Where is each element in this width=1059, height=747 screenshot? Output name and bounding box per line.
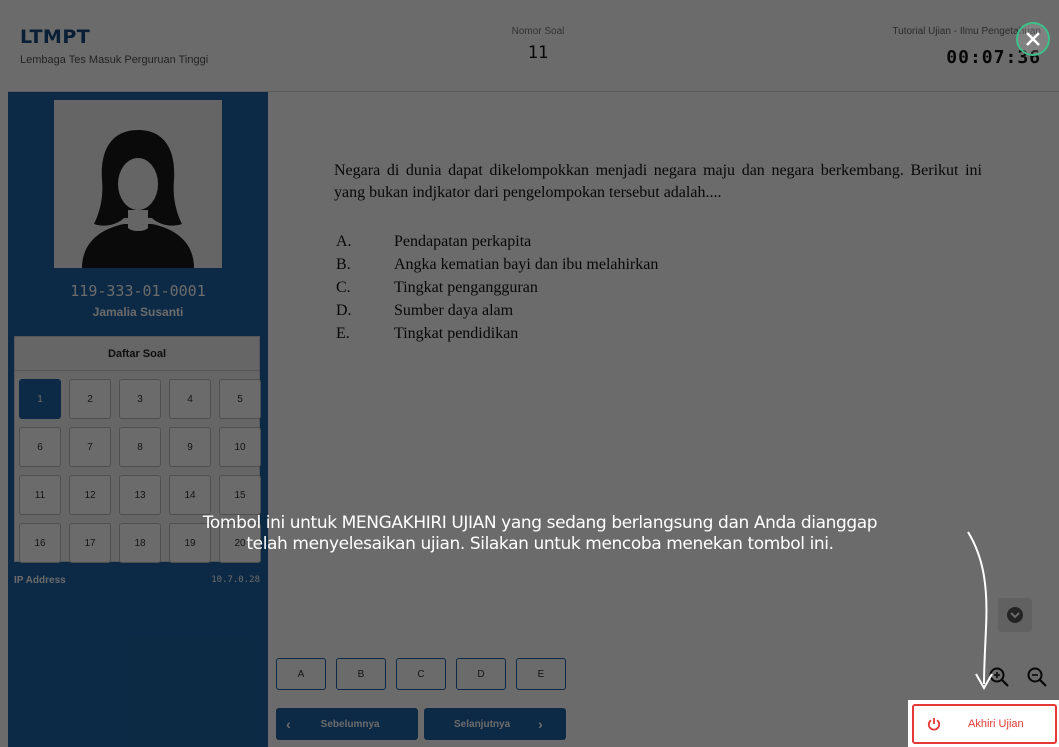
close-tutorial-button[interactable] (1016, 22, 1050, 56)
answer-choice-c[interactable]: C (396, 658, 446, 690)
question-cell[interactable]: 16 (19, 523, 61, 563)
option-row: A. Pendapatan perkapita (336, 230, 658, 253)
question-cell[interactable]: 1 (19, 379, 61, 419)
chevron-right-icon: › (538, 716, 543, 732)
exam-window: LTMPT Lembaga Tes Masuk Perguruan Tinggi… (0, 0, 1059, 747)
option-row: C. Tingkat pengangguran (336, 276, 658, 299)
option-row: B. Angka kematian bayi dan ibu melahirkan (336, 253, 658, 276)
question-cell[interactable]: 4 (169, 379, 211, 419)
question-cell[interactable]: 2 (69, 379, 111, 419)
brand-title: LTMPT (20, 26, 91, 48)
ip-address-label: IP Address (14, 575, 66, 586)
next-button[interactable]: Selanjutnya › (424, 708, 566, 740)
question-cell[interactable]: 10 (219, 427, 261, 467)
power-icon (927, 718, 941, 731)
option-letter: D. (336, 302, 352, 319)
next-button-label: Selanjutnya (454, 718, 511, 730)
answer-options-list: A. Pendapatan perkapita B. Angka kematian b… (336, 230, 658, 345)
previous-button[interactable]: ‹ Sebelumnya (276, 708, 418, 740)
close-icon (1026, 32, 1040, 46)
question-cell[interactable]: 5 (219, 379, 261, 419)
option-text: Tingkat pengangguran (394, 279, 538, 296)
previous-button-label: Sebelumnya (320, 718, 380, 730)
tutorial-tip-line-2: telah menyelesaikan ujian. Silakan untuk… (246, 534, 834, 554)
countdown-timer: 00:07:36 (946, 47, 1041, 68)
ip-address-value: 10.7.0.28 (211, 575, 260, 585)
participant-name: Jamalia Susanti (92, 305, 184, 319)
option-text: Pendapatan perkapita (394, 233, 532, 250)
end-exam-button[interactable]: Akhiri Ujian (912, 704, 1057, 744)
tutorial-tip-text: Tombol ini untuk MENGAKHIRI UJIAN yang s… (100, 513, 980, 555)
answer-selector-row: ABCDE (276, 658, 566, 690)
question-cell[interactable]: 3 (119, 379, 161, 419)
brand-subtitle: Lembaga Tes Masuk Perguruan Tinggi (20, 54, 209, 66)
zoom-out-icon (1027, 667, 1047, 687)
navigation-row: ‹ Sebelumnya Selanjutnya › (276, 708, 566, 740)
option-text: Tingkat pendidikan (394, 325, 519, 342)
option-letter: A. (336, 233, 352, 250)
user-avatar-icon (82, 130, 194, 268)
question-number-block: Nomor Soal 11 (488, 26, 588, 63)
tutorial-tip-line-1: Tombol ini untuk MENGAKHIRI UJIAN yang s… (202, 513, 878, 533)
answer-choice-e[interactable]: E (516, 658, 566, 690)
question-cell[interactable]: 11 (19, 475, 61, 515)
question-number: 11 (527, 43, 549, 63)
question-cell[interactable]: 7 (69, 427, 111, 467)
answer-choice-b[interactable]: B (336, 658, 386, 690)
sidebar: 119-333-01-0001 Jamalia Susanti Daftar S… (8, 92, 268, 747)
header-bar: LTMPT Lembaga Tes Masuk Perguruan Tinggi… (8, 8, 1059, 92)
participant-id: 119-333-01-0001 (70, 282, 206, 300)
end-exam-label: Akhiri Ujian (968, 718, 1024, 730)
option-letter: B. (336, 256, 351, 273)
question-cell[interactable]: 6 (19, 427, 61, 467)
answer-choice-a[interactable]: A (276, 658, 326, 690)
option-row: D. Sumber daya alam (336, 299, 658, 322)
chevron-left-icon: ‹ (286, 716, 291, 732)
question-cell[interactable]: 9 (169, 427, 211, 467)
question-cell[interactable]: 13 (119, 475, 161, 515)
question-number-label: Nomor Soal (511, 26, 565, 37)
question-list-title: Daftar Soal (15, 337, 259, 371)
option-text: Angka kematian bayi dan ibu melahirkan (394, 256, 659, 273)
tutorial-arrow-icon (967, 531, 993, 691)
avatar (54, 100, 222, 268)
brand: LTMPT Lembaga Tes Masuk Perguruan Tinggi (20, 26, 208, 66)
option-letter: E. (336, 325, 350, 342)
question-text: Negara di dunia dapat dikelompokkan menj… (334, 162, 982, 201)
option-letter: C. (336, 279, 351, 296)
question-cell[interactable]: 15 (219, 475, 261, 515)
option-row: E. Tingkat pendidikan (336, 322, 658, 345)
answer-choice-d[interactable]: D (456, 658, 506, 690)
option-text: Sumber daya alam (394, 302, 514, 319)
question-cell[interactable]: 8 (119, 427, 161, 467)
question-cell[interactable]: 12 (69, 475, 111, 515)
question-cell[interactable]: 14 (169, 475, 211, 515)
zoom-out-button[interactable] (1024, 664, 1050, 690)
